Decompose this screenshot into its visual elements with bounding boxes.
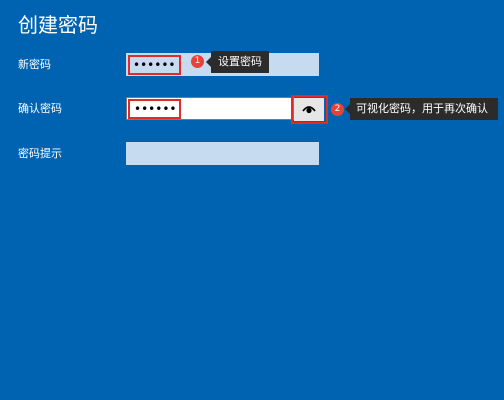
step-badge-2: 2: [331, 103, 344, 116]
eye-icon: [302, 102, 316, 117]
step-badge-1: 1: [191, 55, 204, 68]
annotation-tooltip-1: 设置密码: [206, 51, 269, 73]
confirm-password-label: 确认密码: [18, 102, 62, 115]
password-hint-input[interactable]: [126, 142, 319, 165]
password-hint-label: 密码提示: [18, 147, 62, 160]
new-password-label: 新密码: [18, 58, 51, 71]
page-title: 创建密码: [18, 13, 98, 37]
confirm-password-input[interactable]: [126, 97, 294, 120]
annotation-tooltip-2: 可视化密码，用于再次确认: [345, 98, 498, 120]
reveal-password-button[interactable]: [294, 98, 324, 121]
